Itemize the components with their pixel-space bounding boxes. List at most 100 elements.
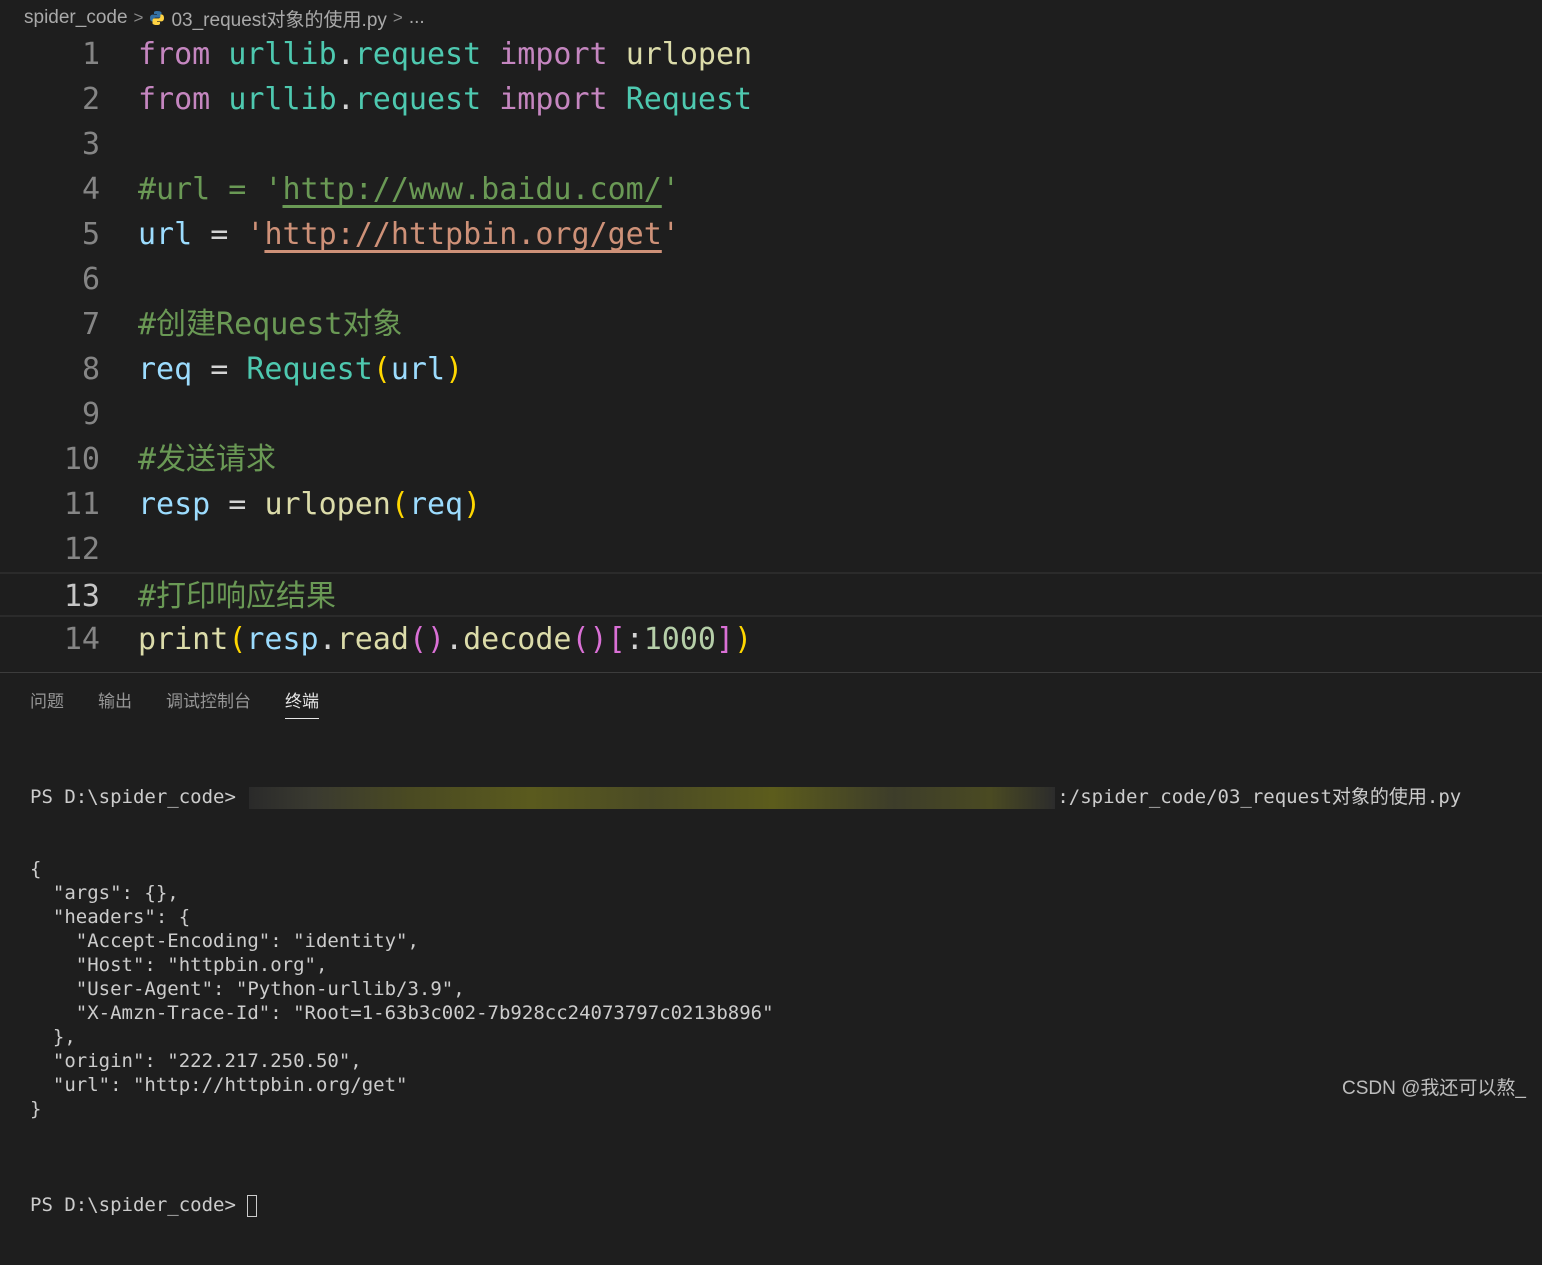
code-token: ' — [661, 217, 680, 252]
line-number: 11 — [63, 487, 100, 522]
breadcrumb-folder[interactable]: spider_code — [24, 7, 128, 29]
code-token: req — [138, 352, 193, 387]
code-line[interactable]: 11 resp = urlopen(req) — [0, 482, 1542, 527]
code-line[interactable]: 7 #创建Request对象 — [0, 302, 1542, 347]
code-text: from urllib.request import urlopen — [138, 32, 752, 77]
code-token: [ — [607, 622, 626, 657]
line-number: 3 — [81, 127, 100, 162]
chevron-right-icon: > — [133, 8, 144, 27]
tab-problems[interactable]: 问题 — [30, 687, 64, 719]
code-token: request — [354, 82, 482, 117]
code-token: Request — [625, 82, 753, 117]
code-token: urllib — [228, 82, 337, 117]
terminal-prompt: PS D:\spider_code> — [30, 786, 236, 808]
breadcrumb: spider_code > 03_request对象的使用.py > ... — [24, 4, 425, 32]
code-token: ' — [661, 172, 680, 207]
code-text: resp = urlopen(req) — [138, 482, 481, 527]
line-number: 1 — [81, 37, 100, 72]
code-text: #url = 'http://www.baidu.com/' — [138, 167, 680, 212]
terminal-output-line: } — [30, 1098, 42, 1120]
code-token: urlopen — [625, 37, 753, 72]
code-line[interactable]: 14 print(resp.read().decode()[:1000]) — [0, 617, 1542, 662]
code-token: . — [336, 37, 355, 72]
terminal-output-line: "X-Amzn-Trace-Id": "Root=1-63b3c002-7b92… — [30, 1002, 774, 1024]
code-line[interactable]: 8 req = Request(url) — [0, 347, 1542, 392]
line-number: 6 — [81, 262, 100, 297]
code-line[interactable]: 10 #发送请求 — [0, 437, 1542, 482]
code-line[interactable]: 3 — [0, 122, 1542, 167]
code-text: #创建Request对象 — [138, 302, 403, 347]
code-token: http://httpbin.org/get — [264, 217, 662, 252]
line-number: 5 — [81, 217, 100, 252]
code-line[interactable]: 4 #url = 'http://www.baidu.com/' — [0, 167, 1542, 212]
terminal-output-line: "origin": "222.217.250.50", — [30, 1050, 362, 1072]
terminal-output-line: "Accept-Encoding": "identity", — [30, 930, 419, 952]
code-line[interactable]: 1 from urllib.request import urlopen — [0, 32, 1542, 77]
terminal-output-line: "headers": { — [30, 906, 191, 928]
breadcrumb-more[interactable]: ... — [409, 7, 425, 29]
terminal-output: { "args": {}, "headers": { "Accept-Encod… — [30, 857, 1530, 1145]
terminal-command-line: PS D:\spider_code> :/spider_code/03_requ… — [30, 785, 1530, 809]
code-token: http://www.baidu.com/ — [282, 172, 662, 207]
chevron-right-icon: > — [392, 8, 403, 27]
redacted-region — [249, 786, 1056, 809]
line-number: 14 — [63, 622, 100, 657]
code-token: () — [408, 622, 446, 657]
code-token: ( — [228, 622, 247, 657]
tab-terminal[interactable]: 终端 — [285, 687, 319, 719]
terminal-output-line: "url": "http://httpbin.org/get" — [30, 1074, 408, 1096]
terminal-output-line: { — [30, 858, 42, 880]
code-token: . — [445, 622, 464, 657]
code-token: Request — [246, 352, 373, 387]
code-editor[interactable]: 1 from urllib.request import urlopen 2 from… — [0, 32, 1542, 672]
terminal-output-line: }, — [30, 1026, 76, 1048]
code-token: request — [354, 37, 482, 72]
code-token: resp — [138, 487, 211, 522]
terminal-command-tail: :/spider_code/03_request对象的使用.py — [1057, 786, 1462, 808]
code-token: = — [192, 217, 247, 252]
code-token: = — [192, 352, 247, 387]
code-token: ) — [463, 487, 482, 522]
code-line[interactable]: 2 from urllib.request import Request — [0, 77, 1542, 122]
terminal-output-line: "Host": "httpbin.org", — [30, 954, 328, 976]
code-token: print — [138, 622, 229, 657]
code-token: . — [336, 82, 355, 117]
code-token: ' — [246, 217, 265, 252]
code-line[interactable]: 13 #打印响应结果 — [0, 572, 1542, 617]
code-text: url = 'http://httpbin.org/get' — [138, 212, 680, 257]
code-token: ) — [445, 352, 464, 387]
code-text: print(resp.read().decode()[:1000]) — [138, 617, 752, 662]
code-line[interactable]: 6 — [0, 257, 1542, 302]
code-text: req = Request(url) — [138, 347, 463, 392]
panel-tabs: 问题 输出 调试控制台 终端 — [30, 687, 319, 719]
code-line[interactable]: 5 url = 'http://httpbin.org/get' — [0, 212, 1542, 257]
code-line[interactable]: 12 — [0, 527, 1542, 572]
code-line[interactable]: 9 — [0, 392, 1542, 437]
terminal-prompt: PS D:\spider_code> — [30, 1194, 236, 1216]
code-token: : — [625, 622, 644, 657]
terminal-cursor — [247, 1194, 258, 1217]
code-token: 1000 — [643, 622, 716, 657]
terminal-output-line: "User-Agent": "Python-urllib/3.9", — [30, 978, 465, 1000]
bottom-panel: 问题 输出 调试控制台 终端 PS D:\spider_code> :/spid… — [0, 672, 1542, 1217]
breadcrumb-file[interactable]: 03_request对象的使用.py — [171, 5, 386, 32]
code-token: #发送请求 — [138, 442, 277, 477]
code-token: from — [138, 82, 211, 117]
code-token: req — [408, 487, 464, 522]
tab-debug-console[interactable]: 调试控制台 — [166, 687, 251, 719]
code-token: url — [390, 352, 446, 387]
code-token: ] — [716, 622, 735, 657]
line-number: 4 — [81, 172, 100, 207]
tab-output[interactable]: 输出 — [98, 687, 132, 719]
terminal[interactable]: PS D:\spider_code> :/spider_code/03_requ… — [30, 737, 1530, 1265]
line-number: 2 — [81, 82, 100, 117]
code-token: urllib — [228, 37, 337, 72]
code-token: urlopen — [264, 487, 391, 522]
line-number: 12 — [63, 532, 100, 567]
python-file-icon — [150, 11, 165, 25]
